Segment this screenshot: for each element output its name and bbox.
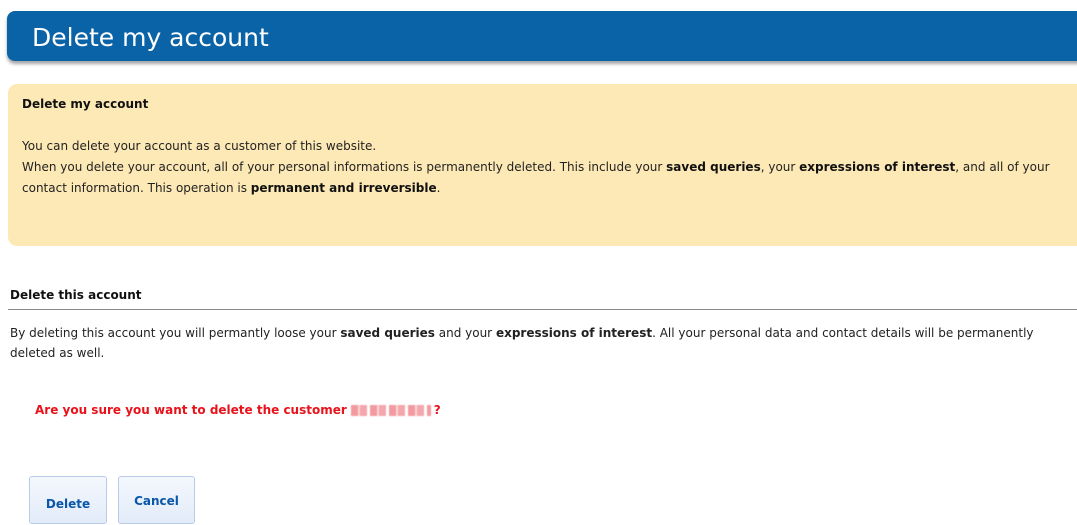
info-text-part: , your [760, 160, 800, 174]
delete-account-page: Delete my account Delete my account You … [0, 0, 1077, 525]
info-emphasis-permanent: permanent and irreversible [250, 181, 437, 195]
page-header: Delete my account [7, 11, 1077, 61]
info-text: You can delete your account as a custome… [22, 136, 1077, 199]
info-line-2: When you delete your account, all of you… [22, 157, 1077, 199]
confirm-question: Are you sure you want to delete the cust… [35, 403, 441, 417]
info-emphasis-expressions: expressions of interest [799, 160, 956, 174]
redacted-customer-name [350, 405, 431, 416]
section-text: By deleting this account you will perman… [10, 323, 1072, 363]
section-title: Delete this account [10, 288, 142, 302]
info-emphasis-saved-queries: saved queries [666, 160, 761, 174]
info-text-part: . [436, 181, 441, 195]
info-panel: Delete my account You can delete your ac… [8, 84, 1077, 246]
section-divider [8, 309, 1077, 310]
section-emphasis-expressions: expressions of interest [495, 326, 653, 340]
confirm-prefix: Are you sure you want to delete the cust… [35, 403, 347, 417]
info-heading: Delete my account [22, 97, 149, 111]
page-title: Delete my account [32, 23, 269, 52]
section-text-part: By deleting this account you will perman… [10, 326, 341, 340]
delete-button[interactable]: Delete [29, 476, 107, 524]
info-text-part: When you delete your account, all of you… [22, 160, 667, 174]
confirm-suffix: ? [433, 403, 441, 417]
section-text-part: and your [434, 326, 496, 340]
section-emphasis-saved-queries: saved queries [340, 326, 435, 340]
info-line-1: You can delete your account as a custome… [22, 139, 377, 153]
cancel-button[interactable]: Cancel [118, 476, 195, 524]
